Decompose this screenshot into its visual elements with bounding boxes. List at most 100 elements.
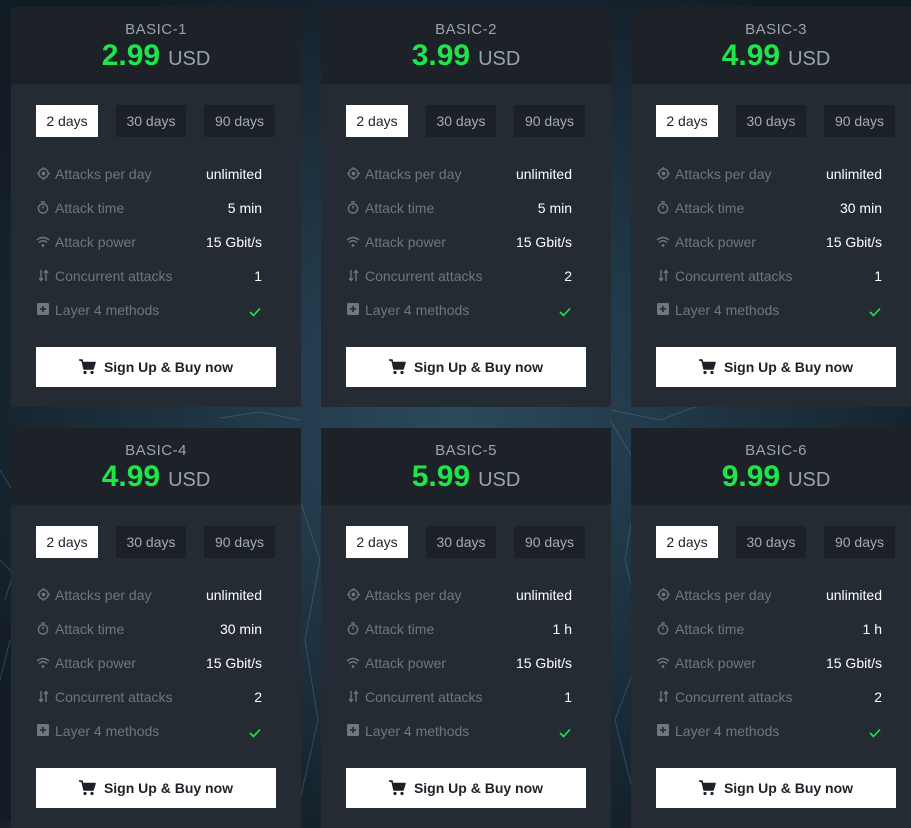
stopwatch-icon <box>656 200 670 214</box>
price-amount: 5.99 <box>411 460 471 493</box>
duration-tab[interactable]: 2 days <box>36 526 98 558</box>
feature-row: Concurrent attacks 1 <box>656 259 882 293</box>
duration-tab[interactable]: 2 days <box>346 526 408 558</box>
feature-label: Attacks per day <box>675 587 772 603</box>
cart-icon <box>78 359 96 375</box>
plan-card: BASIC-5 5.99 USD 2 days 30 days 90 days Att… <box>321 428 611 828</box>
feature-label: Attacks per day <box>55 587 152 603</box>
plan-price: 2.99 USD <box>11 39 301 73</box>
duration-tab[interactable]: 30 days <box>116 526 186 558</box>
plus-square-icon <box>36 302 50 316</box>
duration-tab[interactable]: 30 days <box>736 105 806 137</box>
feature-value: 15 Gbit/s <box>205 655 262 671</box>
plus-square-icon <box>656 302 670 316</box>
duration-tabs: 2 days 30 days 90 days <box>36 526 276 558</box>
feature-row: Layer 4 methods <box>346 714 572 748</box>
feature-row: Concurrent attacks 1 <box>36 259 262 293</box>
duration-tab[interactable]: 2 days <box>656 105 718 137</box>
duration-tab[interactable]: 30 days <box>426 105 496 137</box>
feature-value: 15 Gbit/s <box>205 234 262 250</box>
duration-tab[interactable]: 2 days <box>346 105 408 137</box>
price-amount: 3.99 <box>411 39 471 72</box>
feature-row: Attacks per day unlimited <box>656 157 882 191</box>
feature-value: 30 min <box>839 200 882 216</box>
cart-icon <box>698 359 716 375</box>
price-amount: 2.99 <box>101 39 161 72</box>
feature-label: Attack power <box>675 234 756 250</box>
feature-value: 5 min <box>227 200 262 216</box>
price-currency: USD <box>788 48 831 70</box>
sign-up-buy-button[interactable]: Sign Up & Buy now <box>36 768 276 808</box>
feature-list: Attacks per day unlimited Attack time 1 … <box>346 578 572 748</box>
stopwatch-icon <box>346 621 360 635</box>
duration-tab[interactable]: 30 days <box>116 105 186 137</box>
plan-name: BASIC-4 <box>125 442 187 459</box>
wifi-icon <box>36 655 50 669</box>
checkmark-icon <box>559 304 571 322</box>
feature-value: unlimited <box>515 587 572 603</box>
plan-name: BASIC-6 <box>745 442 807 459</box>
duration-tab[interactable]: 90 days <box>824 105 895 137</box>
feature-row: Attack time 1 h <box>346 612 572 646</box>
duration-tab[interactable]: 30 days <box>736 526 806 558</box>
feature-row: Attack time 5 min <box>36 191 262 225</box>
feature-value: 5 min <box>537 200 572 216</box>
duration-tab[interactable]: 90 days <box>514 105 585 137</box>
duration-tab[interactable]: 2 days <box>36 105 98 137</box>
duration-tabs: 2 days 30 days 90 days <box>656 526 896 558</box>
duration-tab[interactable]: 90 days <box>824 526 895 558</box>
feature-value: 15 Gbit/s <box>825 234 882 250</box>
price-currency: USD <box>788 469 831 491</box>
duration-tab[interactable]: 90 days <box>204 105 275 137</box>
feature-label: Attacks per day <box>55 166 152 182</box>
plus-square-icon <box>346 723 360 737</box>
wifi-icon <box>36 234 50 248</box>
feature-row: Layer 4 methods <box>656 714 882 748</box>
feature-value: 2 <box>254 689 262 705</box>
plan-card: BASIC-4 4.99 USD 2 days 30 days 90 days Att… <box>11 428 301 828</box>
feature-row: Attacks per day unlimited <box>656 578 882 612</box>
feature-row: Layer 4 methods <box>346 293 572 327</box>
cart-icon <box>388 780 406 796</box>
feature-value: unlimited <box>205 166 262 182</box>
wifi-icon <box>656 234 670 248</box>
sign-up-buy-button[interactable]: Sign Up & Buy now <box>36 347 276 387</box>
sign-up-buy-button[interactable]: Sign Up & Buy now <box>346 768 586 808</box>
feature-label: Attack time <box>365 621 435 637</box>
feature-label: Attack time <box>365 200 435 216</box>
feature-label: Layer 4 methods <box>55 723 160 739</box>
duration-tab[interactable]: 30 days <box>426 526 496 558</box>
duration-tab[interactable]: 90 days <box>514 526 585 558</box>
price-currency: USD <box>478 469 521 491</box>
feature-label: Attack time <box>55 200 125 216</box>
feature-list: Attacks per day unlimited Attack time 30… <box>656 157 882 327</box>
sign-up-buy-label: Sign Up & Buy now <box>103 359 234 375</box>
feature-value: 2 <box>874 689 882 705</box>
plan-header: BASIC-6 9.99 USD <box>631 428 911 505</box>
feature-label: Concurrent attacks <box>365 689 483 705</box>
feature-row: Attack power 15 Gbit/s <box>36 225 262 259</box>
feature-row: Attack time 5 min <box>346 191 572 225</box>
feature-label: Concurrent attacks <box>365 268 483 284</box>
sign-up-buy-button[interactable]: Sign Up & Buy now <box>346 347 586 387</box>
feature-label: Layer 4 methods <box>365 723 470 739</box>
feature-label: Layer 4 methods <box>675 723 780 739</box>
duration-tab[interactable]: 2 days <box>656 526 718 558</box>
feature-label: Attack power <box>365 655 446 671</box>
feature-value: unlimited <box>825 166 882 182</box>
cart-icon <box>388 359 406 375</box>
duration-tab[interactable]: 90 days <box>204 526 275 558</box>
feature-label: Attack time <box>55 621 125 637</box>
feature-row: Layer 4 methods <box>36 714 262 748</box>
plan-name: BASIC-2 <box>435 21 497 38</box>
feature-label: Attack power <box>55 655 136 671</box>
arrows-icon <box>656 689 670 703</box>
sign-up-buy-button[interactable]: Sign Up & Buy now <box>656 768 896 808</box>
target-icon <box>36 587 50 601</box>
sign-up-buy-button[interactable]: Sign Up & Buy now <box>656 347 896 387</box>
feature-label: Layer 4 methods <box>55 302 160 318</box>
feature-list: Attacks per day unlimited Attack time 5 … <box>36 157 262 327</box>
feature-label: Attacks per day <box>675 166 772 182</box>
feature-row: Attacks per day unlimited <box>346 157 572 191</box>
feature-row: Attack power 15 Gbit/s <box>346 225 572 259</box>
